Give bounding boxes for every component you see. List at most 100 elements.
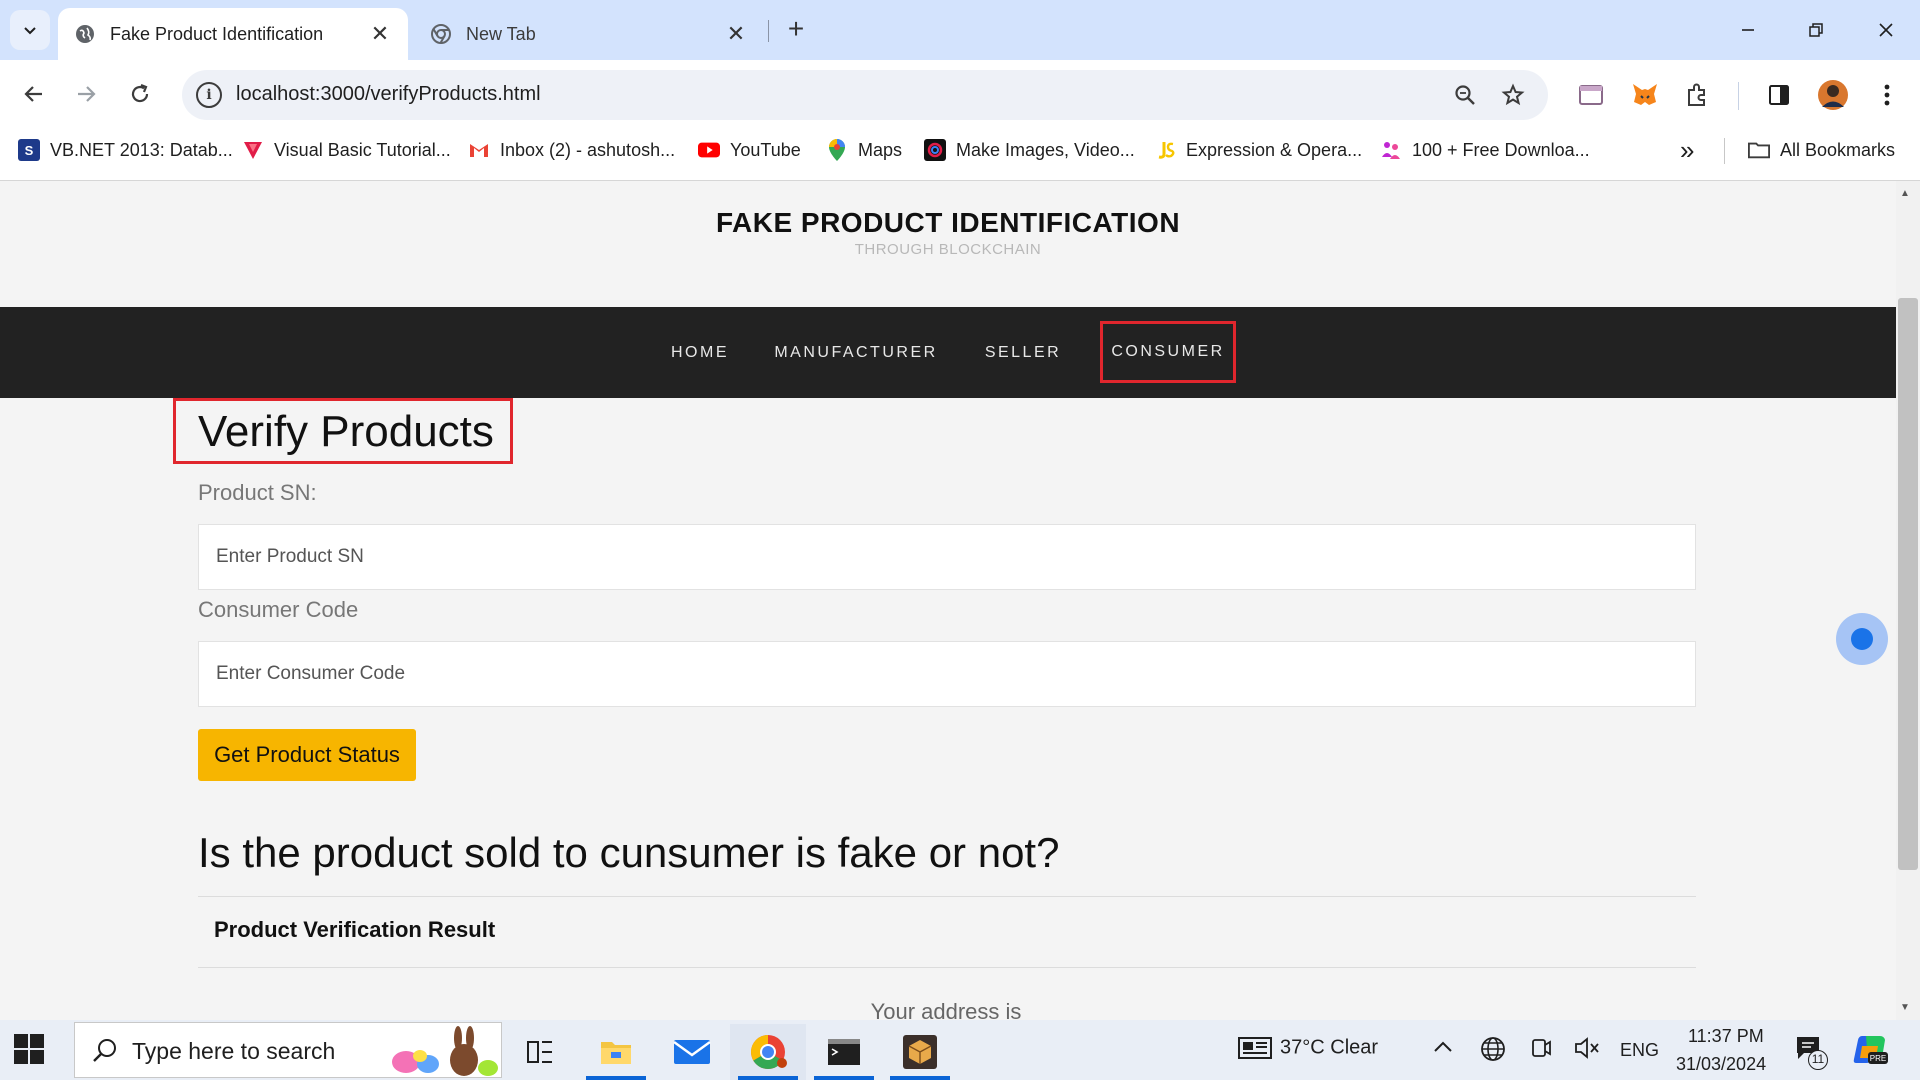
- product-sn-input[interactable]: [198, 524, 1696, 590]
- file-explorer-icon[interactable]: [578, 1024, 654, 1080]
- bookmark-label: VB.NET 2013: Datab...: [50, 139, 233, 160]
- tab-title: New Tab: [466, 23, 536, 44]
- more-bookmarks-button[interactable]: »: [1680, 135, 1694, 165]
- result-heading: Product Verification Result: [214, 917, 496, 942]
- reload-button[interactable]: [120, 74, 160, 114]
- bookmark-item[interactable]: Inbox (2) - ashutosh...: [468, 136, 675, 164]
- clock-date[interactable]: 31/03/2024: [1676, 1054, 1766, 1075]
- meet-now-icon[interactable]: [1530, 1036, 1552, 1066]
- consumer-code-input[interactable]: [198, 641, 1696, 707]
- tab-title: Fake Product Identification: [110, 23, 324, 44]
- svg-text:PRE: PRE: [1870, 1054, 1886, 1063]
- easter-eggs-icon: [392, 1026, 498, 1076]
- weather-widget[interactable]: 37°C Clear: [1238, 1036, 1378, 1060]
- terminal-icon[interactable]: [806, 1024, 882, 1080]
- site-subtitle: THROUGH BLOCKCHAIN: [854, 241, 1042, 258]
- bookmark-label: Make Images, Video...: [956, 139, 1135, 160]
- reading-list-icon[interactable]: [1574, 78, 1608, 112]
- bookmark-item[interactable]: 100 + Free Downloa...: [1380, 136, 1590, 164]
- copilot-icon[interactable]: PRE: [1852, 1032, 1888, 1072]
- site-info-icon[interactable]: i: [196, 82, 222, 108]
- more-menu-icon[interactable]: [1870, 78, 1904, 112]
- nav-home[interactable]: HOME: [654, 307, 746, 398]
- close-icon[interactable]: ✕: [368, 21, 392, 47]
- bookmark-label: Maps: [858, 139, 903, 160]
- forward-button[interactable]: [66, 74, 106, 114]
- bookmark-label: YouTube: [730, 139, 801, 160]
- bookmark-label: Visual Basic Tutorial...: [274, 139, 451, 160]
- close-icon[interactable]: ✕: [724, 21, 748, 47]
- nav-seller[interactable]: SELLER: [968, 307, 1078, 398]
- mail-icon[interactable]: [654, 1024, 730, 1080]
- scroll-up-icon[interactable]: ▲: [1900, 188, 1910, 199]
- window-close-button[interactable]: [1858, 10, 1914, 50]
- minimize-icon: [1742, 29, 1754, 31]
- clock-time[interactable]: 11:37 PM: [1688, 1026, 1764, 1047]
- chrome-taskbar-icon[interactable]: [730, 1024, 806, 1080]
- page-title: Verify Products: [198, 407, 494, 456]
- new-tab-button[interactable]: +: [780, 14, 812, 46]
- site-nav: HOME MANUFACTURER SELLER CONSUMER: [0, 307, 1896, 398]
- product-sn-label: Product SN:: [198, 480, 317, 505]
- side-panel-icon[interactable]: [1762, 78, 1796, 112]
- divider: [198, 967, 1696, 968]
- windows-start-icon[interactable]: [14, 1034, 44, 1064]
- vb-icon: S: [18, 139, 40, 161]
- scrollbar-thumb[interactable]: [1898, 298, 1918, 870]
- bookmark-item[interactable]: Expression & Opera...: [1154, 136, 1362, 164]
- minimize-button[interactable]: [1720, 10, 1776, 50]
- zoom-icon[interactable]: [1450, 80, 1480, 110]
- network-globe-icon[interactable]: [1480, 1036, 1506, 1068]
- active-indicator: [738, 1076, 798, 1080]
- metamask-icon[interactable]: [1628, 78, 1662, 112]
- floating-indicator-icon[interactable]: [1836, 613, 1888, 665]
- extensions-icon[interactable]: [1680, 78, 1714, 112]
- bookmark-item[interactable]: S VB.NET 2013: Datab...: [18, 136, 233, 164]
- tab-search-button[interactable]: [10, 10, 50, 50]
- v-logo-icon: [242, 139, 264, 161]
- site-header: FAKE PRODUCT IDENTIFICATION THROUGH BLOC…: [0, 181, 1896, 306]
- back-button[interactable]: [14, 74, 54, 114]
- get-product-status-button[interactable]: Get Product Status: [198, 729, 416, 781]
- newspaper-icon: [1238, 1037, 1272, 1059]
- page-viewport: FAKE PRODUCT IDENTIFICATION THROUGH BLOC…: [0, 181, 1896, 1020]
- result-question: Is the product sold to cunsumer is fake …: [198, 829, 1060, 876]
- chevron-down-icon: [24, 27, 36, 35]
- toolbar-divider: [1738, 82, 1739, 110]
- canva-icon: [924, 139, 946, 161]
- volume-muted-icon[interactable]: [1574, 1036, 1600, 1066]
- notifications-icon[interactable]: 11: [1794, 1034, 1828, 1070]
- language-indicator[interactable]: ENG: [1620, 1040, 1659, 1061]
- weather-text: 37°C Clear: [1280, 1036, 1379, 1059]
- arrow-left-icon: [24, 86, 42, 102]
- taskbar-search-text[interactable]: Type here to search: [132, 1038, 335, 1065]
- bookmark-star-icon[interactable]: [1498, 80, 1528, 110]
- address-bar[interactable]: i localhost:3000/verifyProducts.html: [182, 70, 1548, 120]
- all-bookmarks-button[interactable]: All Bookmarks: [1748, 136, 1895, 164]
- profile-avatar[interactable]: [1816, 78, 1850, 112]
- package-app-icon[interactable]: [882, 1024, 958, 1080]
- show-hidden-icons-icon[interactable]: [1432, 1036, 1454, 1059]
- bookmark-item[interactable]: Maps: [826, 136, 902, 164]
- scroll-down-icon[interactable]: ▼: [1900, 1002, 1910, 1013]
- gmail-icon: [468, 139, 490, 161]
- tab-new-tab[interactable]: New Tab ✕: [414, 8, 764, 60]
- restore-icon: [1809, 23, 1823, 37]
- nav-manufacturer[interactable]: MANUFACTURER: [770, 307, 942, 398]
- active-indicator: [586, 1076, 646, 1080]
- arrow-right-icon: [78, 86, 96, 102]
- task-view-icon[interactable]: [502, 1024, 578, 1080]
- bookmark-label: 100 + Free Downloa...: [1412, 139, 1590, 160]
- url-text[interactable]: localhost:3000/verifyProducts.html: [236, 83, 541, 106]
- bookmark-item[interactable]: Make Images, Video...: [924, 136, 1135, 164]
- restore-button[interactable]: [1788, 10, 1844, 50]
- tab-fake-product[interactable]: Fake Product Identification ✕: [58, 8, 408, 60]
- active-indicator: [890, 1076, 950, 1080]
- bookmark-item[interactable]: YouTube: [698, 136, 801, 164]
- nav-consumer[interactable]: CONSUMER: [1100, 321, 1236, 383]
- js-icon: [1154, 139, 1176, 161]
- divider: [198, 896, 1696, 897]
- tab-separator: [768, 20, 769, 42]
- bookmark-item[interactable]: Visual Basic Tutorial...: [242, 136, 451, 164]
- folder-icon: [1748, 139, 1770, 161]
